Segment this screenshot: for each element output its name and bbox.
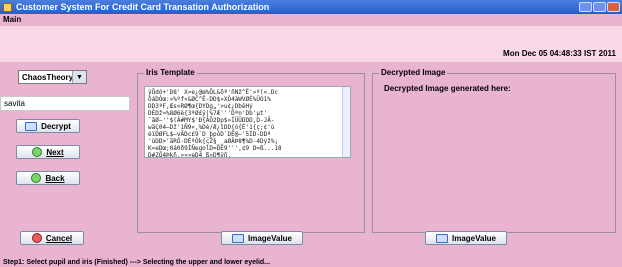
app-icon bbox=[3, 2, 12, 12]
image-value-button-2[interactable]: ImageValue bbox=[425, 231, 507, 245]
decrypted-image-message: Decrypted Image generated here: bbox=[384, 84, 511, 93]
menu-main[interactable]: Main bbox=[3, 15, 21, 24]
name-field[interactable]: savita bbox=[0, 96, 130, 111]
next-icon bbox=[32, 147, 43, 157]
iris-template-textarea[interactable]: ÿÕdó+'D8' X¤e¿@œ%ÕL&õª'ñNž^Ë'»º(«.Dc õáD… bbox=[144, 86, 351, 158]
window-controls bbox=[579, 2, 620, 12]
image-icon bbox=[25, 121, 38, 131]
next-button[interactable]: Next bbox=[16, 145, 80, 159]
image-icon bbox=[231, 233, 244, 243]
iris-template-text: ÿÕdó+'D8' X¤e¿@œ%ÕL&õª'ñNž^Ë'»º(«.Dc õáD… bbox=[148, 89, 282, 158]
cancel-button-label: Cancel bbox=[45, 233, 73, 243]
back-icon bbox=[31, 173, 42, 183]
image-value-label-2: ImageValue bbox=[451, 233, 497, 243]
iris-template-scrollbar[interactable] bbox=[342, 87, 350, 157]
iris-template-title: Iris Template bbox=[144, 68, 197, 77]
image-value-button-1[interactable]: ImageValue bbox=[221, 231, 303, 245]
algorithm-select[interactable]: ChaosTheory ▼ bbox=[18, 70, 87, 84]
cancel-icon bbox=[31, 233, 42, 243]
back-button-label: Back bbox=[45, 173, 65, 183]
close-button[interactable] bbox=[607, 2, 620, 12]
window-title: Customer System For Credit Card Transati… bbox=[16, 2, 270, 12]
decrypted-image-title: Decrypted Image bbox=[379, 68, 448, 77]
menu-bar: Main bbox=[0, 14, 622, 25]
chevron-down-icon[interactable]: ▼ bbox=[72, 71, 86, 83]
header-strip: Mon Dec 05 04:48:33 IST 2011 bbox=[0, 26, 622, 62]
decrypted-image-group: Decrypted Image bbox=[372, 68, 616, 233]
status-bar: Step1: Select pupil and iris (Finished) … bbox=[0, 258, 622, 267]
decrypt-button[interactable]: Decrypt bbox=[16, 119, 80, 133]
next-button-label: Next bbox=[46, 147, 64, 157]
datetime-label: Mon Dec 05 04:48:33 IST 2011 bbox=[503, 49, 616, 58]
maximize-button[interactable] bbox=[593, 2, 606, 12]
back-button[interactable]: Back bbox=[16, 171, 80, 185]
algorithm-select-value: ChaosTheory bbox=[22, 72, 74, 82]
image-value-label-1: ImageValue bbox=[247, 233, 293, 243]
cancel-button[interactable]: Cancel bbox=[20, 231, 84, 245]
minimize-button[interactable] bbox=[579, 2, 592, 12]
decrypt-button-label: Decrypt bbox=[41, 121, 71, 131]
window-titlebar: Customer System For Credit Card Transati… bbox=[0, 0, 622, 14]
image-icon bbox=[435, 233, 448, 243]
